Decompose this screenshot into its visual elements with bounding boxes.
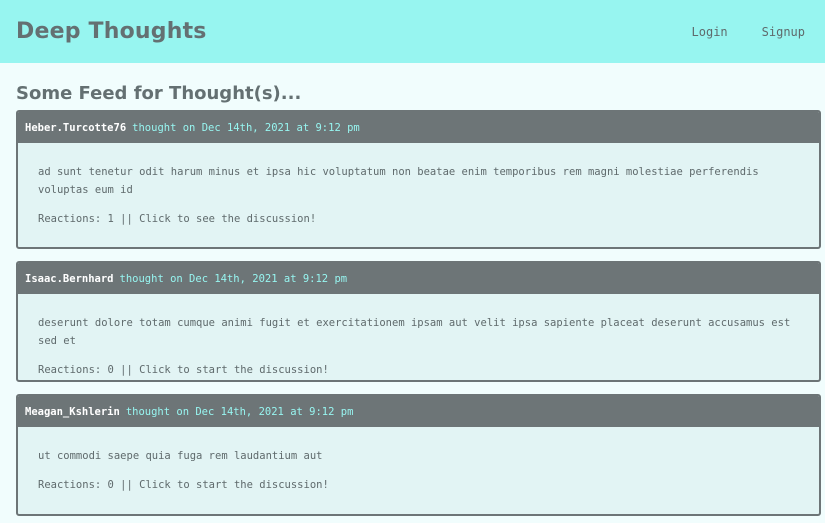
- thought-timestamp: thought on Dec 14th, 2021 at 9:12 pm: [125, 405, 354, 418]
- thought-card-body: deserunt dolore totam cumque animi fugit…: [18, 294, 819, 379]
- thought-card-header: Meagan_Kshlerin thought on Dec 14th, 202…: [18, 396, 819, 427]
- thought-text: ut commodi saepe quia fuga rem laudantiu…: [38, 450, 323, 462]
- site-header: Deep Thoughts Login Signup: [0, 0, 825, 63]
- discussion-link[interactable]: Reactions: 0 || Click to start the discu…: [38, 479, 329, 491]
- thought-text: deserunt dolore totam cumque animi fugit…: [38, 317, 791, 347]
- thought-card-body: ut commodi saepe quia fuga rem laudantiu…: [18, 427, 819, 494]
- thought-reactions: Reactions: 1 || Click to see the discuss…: [38, 210, 799, 228]
- login-link[interactable]: Login: [692, 25, 728, 39]
- discussion-link[interactable]: Reactions: 1 || Click to see the discuss…: [38, 213, 316, 225]
- signup-link[interactable]: Signup: [762, 25, 805, 39]
- thought-reactions: Reactions: 0 || Click to start the discu…: [38, 476, 799, 494]
- thought-card: Isaac.Bernhard thought on Dec 14th, 2021…: [16, 261, 821, 382]
- main-nav: Login Signup: [692, 25, 809, 39]
- discussion-link[interactable]: Reactions: 0 || Click to start the discu…: [38, 364, 329, 376]
- brand-link[interactable]: Deep Thoughts: [16, 19, 207, 44]
- thought-text: ad sunt tenetur odit harum minus et ipsa…: [38, 166, 759, 196]
- thought-card: Meagan_Kshlerin thought on Dec 14th, 202…: [16, 394, 821, 516]
- thought-card-header: Heber.Turcotte76 thought on Dec 14th, 20…: [18, 112, 819, 143]
- thought-username-link[interactable]: Heber.Turcotte76: [25, 122, 126, 134]
- thought-card: Heber.Turcotte76 thought on Dec 14th, 20…: [16, 110, 821, 249]
- thought-timestamp: thought on Dec 14th, 2021 at 9:12 pm: [132, 121, 360, 134]
- thought-timestamp: thought on Dec 14th, 2021 at 9:12 pm: [119, 272, 348, 285]
- thought-card-body: ad sunt tenetur odit harum minus et ipsa…: [18, 143, 819, 228]
- thought-card-header: Isaac.Bernhard thought on Dec 14th, 2021…: [18, 263, 819, 294]
- thought-reactions: Reactions: 0 || Click to start the discu…: [38, 361, 799, 379]
- thought-username-link[interactable]: Meagan_Kshlerin: [25, 406, 120, 418]
- thought-username-link[interactable]: Isaac.Bernhard: [25, 273, 114, 285]
- feed-title: Some Feed for Thought(s)...: [16, 83, 302, 104]
